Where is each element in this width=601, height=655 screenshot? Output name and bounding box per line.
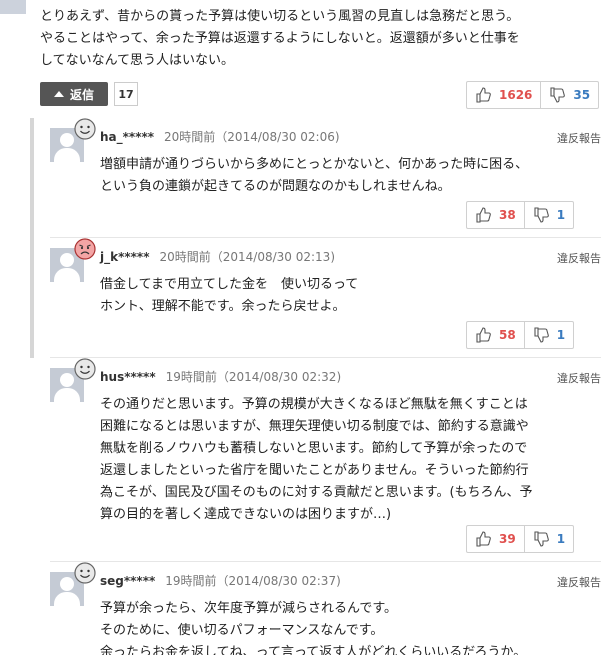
username-link[interactable]: hus***** (100, 370, 156, 384)
reply-vote-box: 58 1 (466, 321, 575, 349)
reply-item: seg***** 19時間前（2014/08/30 02:37) 違反報告 予算が… (50, 562, 601, 655)
smile-face-icon (74, 118, 96, 140)
previous-avatar (0, 0, 26, 14)
main-good-button[interactable]: 1626 (467, 82, 540, 108)
good-button[interactable]: 39 (467, 526, 524, 552)
reply-toggle-button[interactable]: 返信 (40, 82, 108, 106)
main-good-count: 1626 (499, 88, 533, 102)
reply-timestamp: 19時間前（2014/08/30 02:37) (165, 574, 341, 588)
main-vote-box: 1626 35 (466, 81, 600, 109)
thumb-down-icon (534, 207, 549, 223)
report-link[interactable]: 違反報告 (557, 130, 601, 146)
main-comment-text: とりあえず、昔からの貰った予算は使い切るという風習の見直しは急務だと思う。 やる… (40, 9, 520, 68)
bad-button[interactable]: 1 (523, 202, 573, 228)
good-button[interactable]: 58 (467, 322, 524, 348)
bad-count: 1 (556, 208, 566, 222)
thumb-up-icon (476, 207, 491, 223)
reply-meta: seg***** 19時間前（2014/08/30 02:37) (100, 572, 341, 589)
main-bad-count: 35 (573, 88, 591, 102)
bad-button[interactable]: 1 (523, 322, 573, 348)
reply-timestamp: 19時間前（2014/08/30 02:32) (165, 370, 342, 384)
thumb-down-icon (534, 327, 549, 343)
report-link[interactable]: 違反報告 (557, 370, 601, 386)
reply-divider (50, 237, 601, 238)
reply-text: その通りだと思います。予算の規模が大きくなるほど無駄を無くすことは 困難になると… (100, 397, 533, 522)
thumb-up-icon (476, 531, 491, 547)
reply-button-label: 返信 (69, 87, 94, 102)
good-button[interactable]: 38 (467, 202, 524, 228)
good-count: 39 (499, 532, 516, 546)
username-link[interactable]: j_k***** (100, 250, 149, 264)
bad-count: 1 (556, 532, 566, 546)
smile-face-icon (74, 358, 96, 380)
username-link[interactable]: ha_***** (100, 130, 154, 144)
main-bad-button[interactable]: 35 (540, 82, 598, 108)
thread-indicator (30, 118, 34, 358)
reply-meta: j_k***** 20時間前（2014/08/30 02:13) (100, 248, 335, 265)
smile-face-icon (74, 562, 96, 584)
reply-meta: hus***** 19時間前（2014/08/30 02:32) (100, 368, 341, 385)
reply-vote-box: 38 1 (466, 201, 575, 229)
good-count: 58 (499, 328, 516, 342)
reply-text: 増額申請が通りづらいから多めにとっとかないと、何かあった時に困る、 という負の連… (100, 157, 529, 194)
reply-text: 借金してまで用立てした金を 使い切るって ホント、理解不能です。余ったら戻せよ。 (100, 277, 359, 314)
reply-meta: ha_***** 20時間前（2014/08/30 02:06) (100, 128, 340, 145)
reply-divider (50, 561, 601, 562)
thumb-up-icon (476, 327, 491, 343)
bad-count: 1 (556, 328, 566, 342)
thumb-down-icon (550, 87, 566, 103)
thumb-down-icon (534, 531, 549, 547)
reply-timestamp: 20時間前（2014/08/30 02:13) (159, 250, 335, 264)
angry-face-icon (74, 238, 96, 260)
reply-timestamp: 20時間前（2014/08/30 02:06) (164, 130, 340, 144)
reply-count: 17 (114, 82, 138, 106)
collapse-arrow-icon (53, 91, 64, 97)
thumb-up-icon (476, 87, 491, 103)
reply-vote-box: 39 1 (466, 525, 575, 553)
report-link[interactable]: 違反報告 (557, 250, 601, 266)
bad-button[interactable]: 1 (523, 526, 573, 552)
reply-text: 予算が余ったら、次年度予算が減らされるんです。 そのために、使い切るパフォーマン… (100, 601, 527, 655)
report-link[interactable]: 違反報告 (557, 574, 601, 590)
good-count: 38 (499, 208, 516, 222)
reply-divider (50, 357, 601, 358)
username-link[interactable]: seg***** (100, 574, 155, 588)
